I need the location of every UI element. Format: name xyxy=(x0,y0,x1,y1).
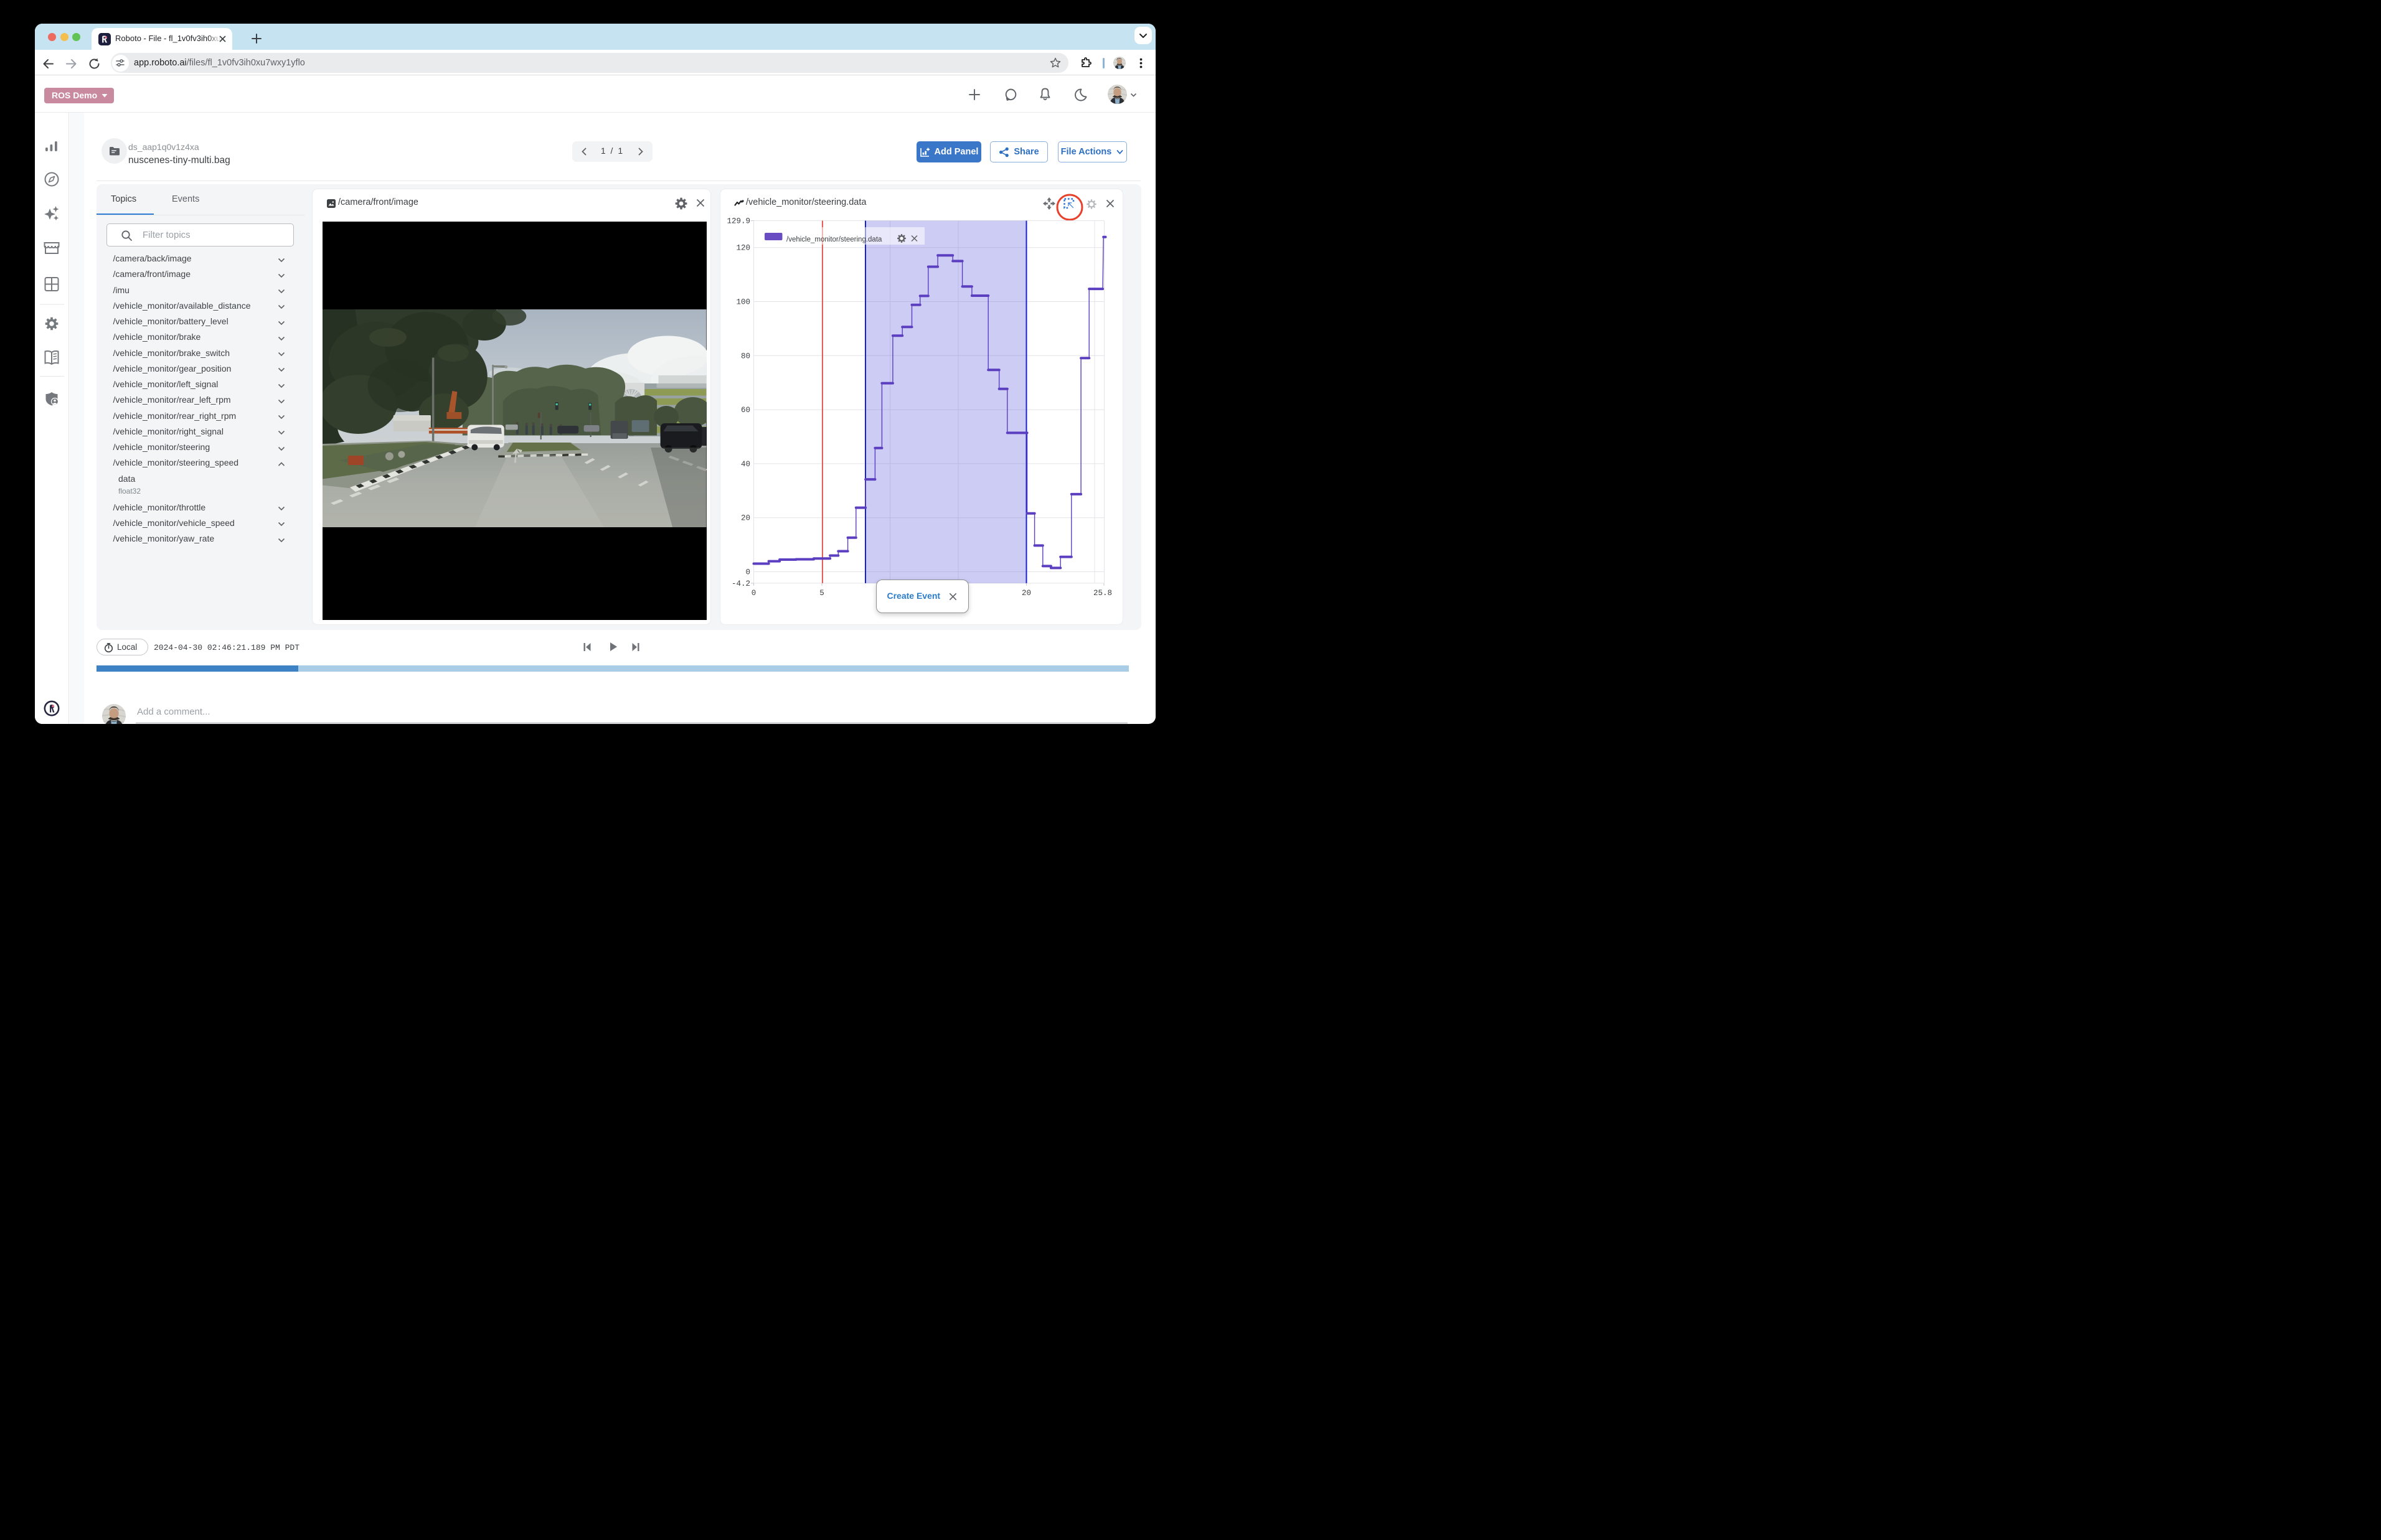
svg-text:40: 40 xyxy=(741,460,750,469)
svg-text:80: 80 xyxy=(741,352,750,360)
svg-text:0: 0 xyxy=(745,568,750,577)
svg-text:120: 120 xyxy=(736,244,750,253)
svg-text:0: 0 xyxy=(752,589,757,598)
svg-text:25.8: 25.8 xyxy=(1093,589,1112,598)
svg-text:100: 100 xyxy=(736,298,750,307)
svg-text:20: 20 xyxy=(1022,589,1031,598)
svg-text:129.9: 129.9 xyxy=(727,217,750,226)
svg-text:60: 60 xyxy=(741,406,750,415)
svg-text:20: 20 xyxy=(741,514,750,523)
svg-text:5: 5 xyxy=(819,589,824,598)
svg-text:-4.2: -4.2 xyxy=(732,580,750,588)
svg-text:/vehicle_monitor/steering.data: /vehicle_monitor/steering.data xyxy=(786,236,882,243)
